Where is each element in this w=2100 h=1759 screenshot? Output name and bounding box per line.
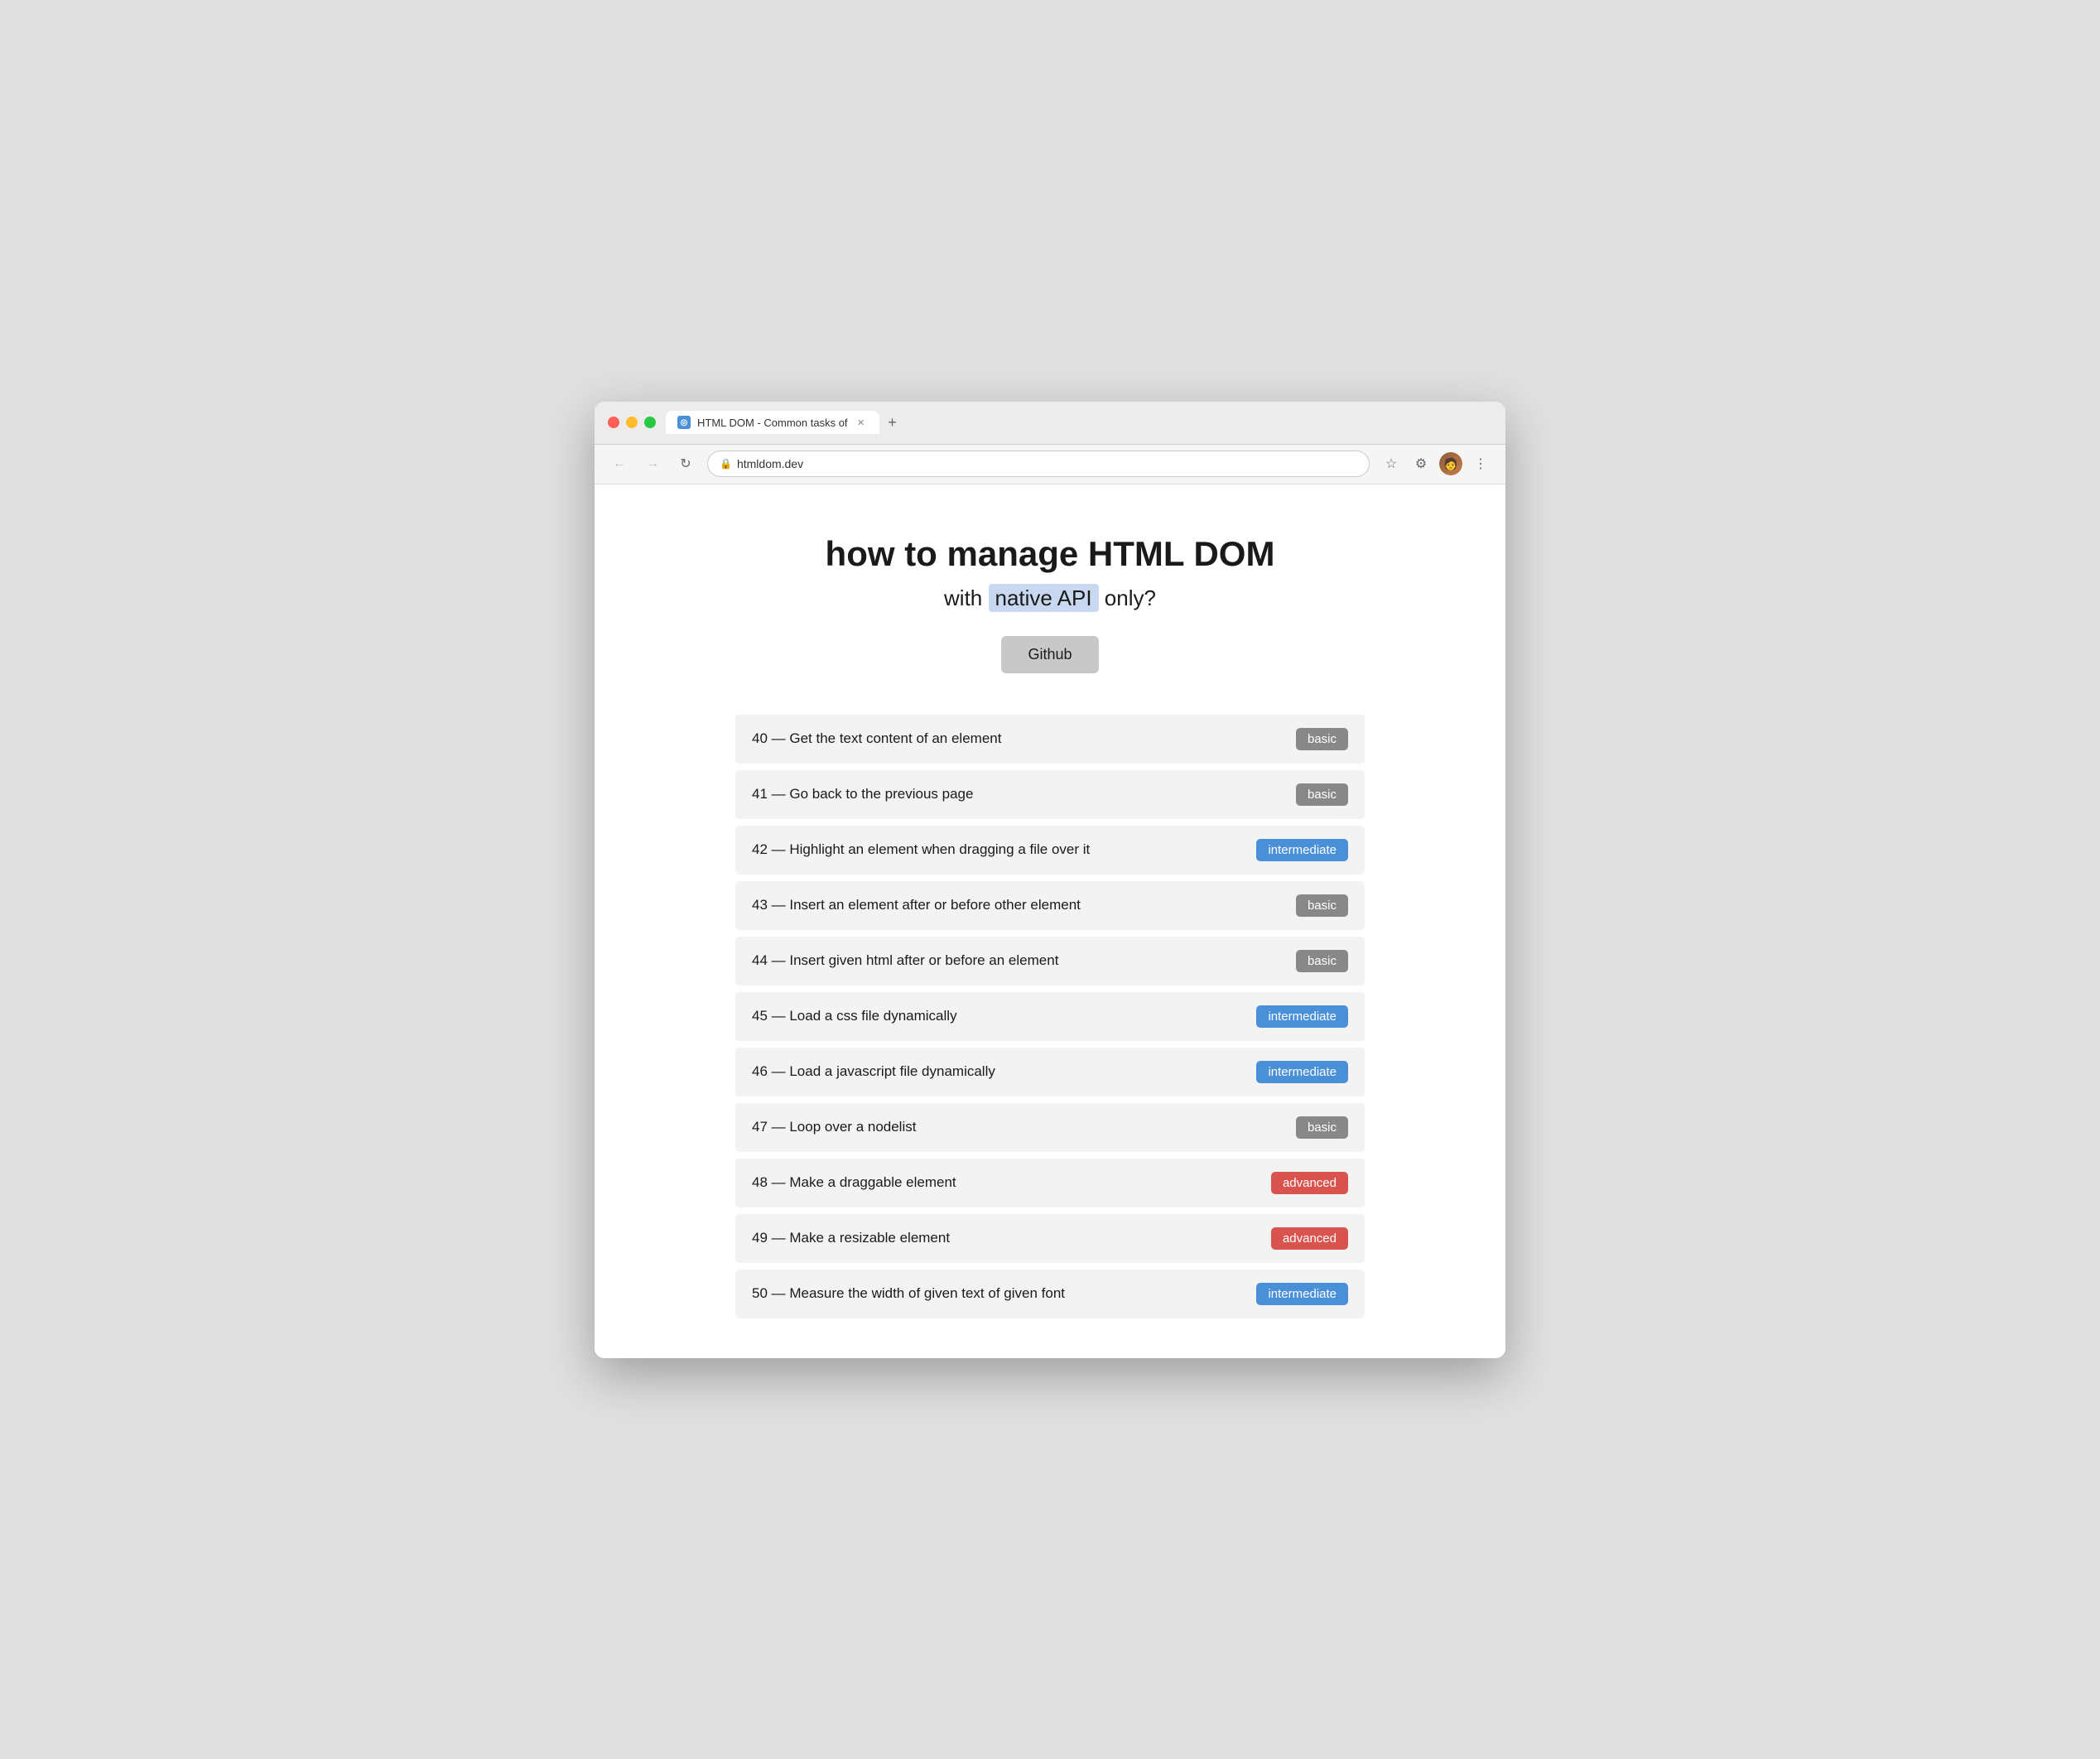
- task-badge: advanced: [1271, 1227, 1348, 1250]
- toolbar-right: ☆ ⚙ 🧑 ⋮: [1380, 452, 1492, 475]
- bookmark-button[interactable]: ☆: [1380, 452, 1403, 475]
- task-label: 42 — Highlight an element when dragging …: [752, 841, 1090, 858]
- subtitle-before: with: [944, 586, 988, 610]
- page-content: how to manage HTML DOM with native API o…: [595, 484, 1505, 1358]
- forward-button[interactable]: →: [641, 452, 664, 475]
- task-label: 40 — Get the text content of an element: [752, 730, 1001, 747]
- address-input[interactable]: 🔒 htmldom.dev: [707, 451, 1370, 477]
- task-item[interactable]: 43 — Insert an element after or before o…: [735, 881, 1365, 930]
- task-label: 50 — Measure the width of given text of …: [752, 1285, 1065, 1302]
- task-badge: intermediate: [1256, 839, 1348, 861]
- tab-bar: ◎ HTML DOM - Common tasks of ✕ +: [666, 411, 1492, 434]
- task-badge: basic: [1296, 1116, 1348, 1139]
- task-badge: intermediate: [1256, 1005, 1348, 1028]
- task-badge: advanced: [1271, 1172, 1348, 1194]
- hero-section: how to manage HTML DOM with native API o…: [628, 534, 1472, 673]
- task-item[interactable]: 47 — Loop over a nodelist basic: [735, 1103, 1365, 1152]
- task-badge: intermediate: [1256, 1283, 1348, 1305]
- task-item[interactable]: 40 — Get the text content of an element b…: [735, 715, 1365, 764]
- subtitle-after: only?: [1099, 586, 1156, 610]
- url-text: htmldom.dev: [737, 457, 803, 470]
- task-label: 49 — Make a resizable element: [752, 1230, 950, 1246]
- task-item[interactable]: 45 — Load a css file dynamically intermed…: [735, 992, 1365, 1041]
- lock-icon: 🔒: [720, 458, 732, 470]
- user-avatar[interactable]: 🧑: [1439, 452, 1462, 475]
- traffic-lights: [608, 417, 656, 428]
- task-badge: basic: [1296, 894, 1348, 917]
- task-label: 43 — Insert an element after or before o…: [752, 897, 1081, 913]
- address-bar: ← → ↻ 🔒 htmldom.dev ☆ ⚙ 🧑 ⋮: [595, 445, 1505, 484]
- page-subtitle: with native API only?: [628, 586, 1472, 611]
- task-item[interactable]: 48 — Make a draggable element advanced: [735, 1159, 1365, 1207]
- task-label: 47 — Loop over a nodelist: [752, 1119, 916, 1135]
- task-badge: basic: [1296, 783, 1348, 806]
- maximize-button[interactable]: [644, 417, 656, 428]
- title-bar: ◎ HTML DOM - Common tasks of ✕ +: [595, 402, 1505, 445]
- task-label: 44 — Insert given html after or before a…: [752, 952, 1058, 969]
- task-label: 41 — Go back to the previous page: [752, 786, 973, 802]
- task-label: 45 — Load a css file dynamically: [752, 1008, 957, 1024]
- tab-title: HTML DOM - Common tasks of: [697, 417, 848, 429]
- task-item[interactable]: 42 — Highlight an element when dragging …: [735, 826, 1365, 875]
- close-button[interactable]: [608, 417, 619, 428]
- task-label: 46 — Load a javascript file dynamically: [752, 1063, 995, 1080]
- subtitle-highlight: native API: [989, 584, 1099, 612]
- menu-button[interactable]: ⋮: [1469, 452, 1492, 475]
- browser-window: ◎ HTML DOM - Common tasks of ✕ + ← → ↻ 🔒…: [595, 402, 1505, 1358]
- task-label: 48 — Make a draggable element: [752, 1174, 956, 1191]
- tab-favicon: ◎: [677, 416, 691, 429]
- minimize-button[interactable]: [626, 417, 638, 428]
- back-button[interactable]: ←: [608, 452, 631, 475]
- new-tab-button[interactable]: +: [881, 411, 904, 434]
- tab-close-button[interactable]: ✕: [855, 416, 868, 429]
- task-badge: basic: [1296, 728, 1348, 750]
- task-item[interactable]: 46 — Load a javascript file dynamically i…: [735, 1048, 1365, 1096]
- github-button[interactable]: Github: [1001, 636, 1098, 673]
- task-list: 40 — Get the text content of an element b…: [735, 715, 1365, 1318]
- task-item[interactable]: 50 — Measure the width of given text of …: [735, 1270, 1365, 1318]
- active-tab[interactable]: ◎ HTML DOM - Common tasks of ✕: [666, 411, 879, 434]
- task-item[interactable]: 44 — Insert given html after or before a…: [735, 937, 1365, 986]
- task-badge: intermediate: [1256, 1061, 1348, 1083]
- refresh-button[interactable]: ↻: [674, 452, 697, 475]
- page-title: how to manage HTML DOM: [628, 534, 1472, 574]
- task-badge: basic: [1296, 950, 1348, 972]
- extension-button[interactable]: ⚙: [1409, 452, 1433, 475]
- task-item[interactable]: 41 — Go back to the previous page basic: [735, 770, 1365, 819]
- task-item[interactable]: 49 — Make a resizable element advanced: [735, 1214, 1365, 1263]
